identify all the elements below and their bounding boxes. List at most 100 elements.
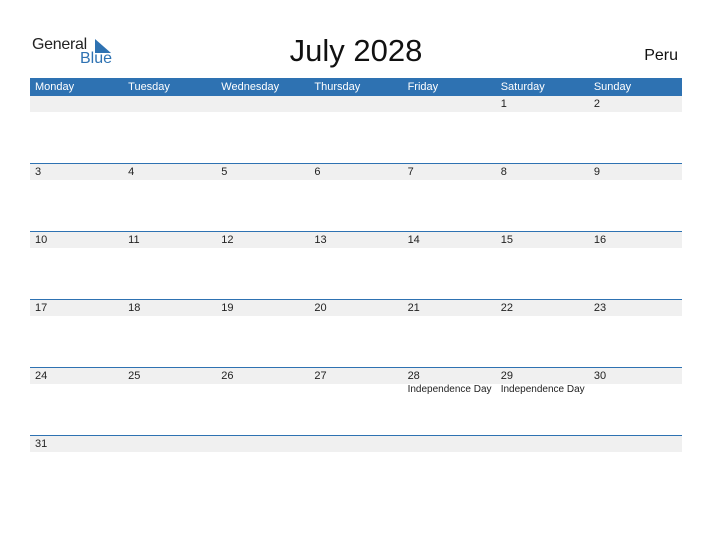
day-number <box>501 436 589 452</box>
day-cell: 1 <box>496 96 589 156</box>
calendar-weeks: 1 2 3 4 5 6 7 8 9 10 11 12 13 14 15 16 17 18 19 20 21 22 23 24 2… <box>30 96 682 503</box>
week-days: 12 <box>30 96 682 156</box>
day-cell: 12 <box>216 232 309 292</box>
day-cell: 9 <box>589 164 682 224</box>
day-number <box>408 96 496 112</box>
day-number: 8 <box>500 166 507 178</box>
day-number: 23 <box>593 302 607 314</box>
day-number: 15 <box>500 234 513 246</box>
country-label: Peru <box>644 47 678 64</box>
day-number: 20 <box>314 302 327 314</box>
day-cell: 24 <box>30 368 123 428</box>
day-number: 12 <box>221 234 234 246</box>
week-row: 17 18 19 20 21 22 23 <box>30 299 682 367</box>
day-cell <box>30 96 123 156</box>
day-cell: 13 <box>309 232 402 292</box>
calendar: Monday Tuesday Wednesday Thursday Friday Satu… <box>30 78 682 503</box>
day-number <box>594 436 682 452</box>
weekday-friday: Friday <box>407 81 439 93</box>
day-number: 21 <box>407 302 420 314</box>
day-number: 25 <box>128 370 141 382</box>
day-number <box>314 96 402 112</box>
day-number: 22 <box>500 302 513 314</box>
day-number: 28 <box>407 370 420 382</box>
day-cell: 14 <box>403 232 496 292</box>
week-row: 12 <box>30 96 682 163</box>
day-cell: 11 <box>123 232 216 292</box>
day-number: 11 <box>128 234 140 246</box>
day-number: 10 <box>35 234 48 246</box>
day-cell: 10 <box>30 232 123 292</box>
day-number: 26 <box>221 370 234 382</box>
week-days: 3 4 5 6 7 8 9 <box>30 164 682 224</box>
day-number <box>221 436 309 452</box>
day-number: 2 <box>593 98 600 110</box>
day-number <box>314 436 402 452</box>
day-cell <box>589 436 682 496</box>
day-number <box>128 436 216 452</box>
day-cell <box>403 96 496 156</box>
day-cell: 20 <box>309 300 402 360</box>
day-cell: 5 <box>216 164 309 224</box>
day-cell: 17 <box>30 300 123 360</box>
day-cell: 18 <box>123 300 216 360</box>
day-cell: 28 Independence Day <box>403 368 496 428</box>
week-days: 10 11 12 13 14 15 16 <box>30 232 682 292</box>
day-cell <box>496 436 589 496</box>
day-cell: 16 <box>589 232 682 292</box>
weekday-thursday: Thursday <box>314 81 361 93</box>
weekday-tuesday: Tuesday <box>128 81 170 93</box>
day-cell <box>216 96 309 156</box>
day-cell: 23 <box>589 300 682 360</box>
day-cell: 2 <box>589 96 682 156</box>
day-cell: 7 <box>403 164 496 224</box>
week-days: 24 25 26 27 28 Independence Day 29 Independence… <box>30 368 682 428</box>
day-cell <box>216 436 309 496</box>
day-cell <box>403 436 496 496</box>
day-number: 3 <box>35 166 42 178</box>
day-number: 1 <box>500 98 507 110</box>
day-cell: 6 <box>309 164 402 224</box>
day-cell <box>123 436 216 496</box>
day-number <box>408 436 496 452</box>
day-cell: 21 <box>403 300 496 360</box>
day-number: 6 <box>314 166 321 178</box>
weekday-monday: Monday <box>35 81 75 93</box>
week-days: 31 <box>30 436 682 496</box>
day-cell: 26 <box>216 368 309 428</box>
week-row: 10 11 12 13 14 15 16 <box>30 231 682 299</box>
day-number <box>128 96 216 112</box>
day-cell: 29 Independence Day <box>496 368 589 428</box>
day-number: 7 <box>407 166 414 178</box>
day-number: 18 <box>128 302 141 314</box>
weekday-sunday: Sunday <box>593 81 632 93</box>
week-days: 17 18 19 20 21 22 23 <box>30 300 682 360</box>
day-number: 4 <box>128 166 135 178</box>
day-cell: 15 <box>496 232 589 292</box>
day-cell: 8 <box>496 164 589 224</box>
day-number: 5 <box>221 166 228 178</box>
day-cell <box>309 436 402 496</box>
week-row: 24 25 26 27 28 Independence Day 29 Independence… <box>30 367 682 435</box>
day-number: 14 <box>407 234 420 246</box>
day-number: 17 <box>35 302 48 314</box>
day-number: 19 <box>221 302 234 314</box>
weekday-header: Monday Tuesday Wednesday Thursday Friday Satu… <box>30 78 682 96</box>
day-cell: 4 <box>123 164 216 224</box>
day-cell: 22 <box>496 300 589 360</box>
day-number: 27 <box>314 370 327 382</box>
day-number: 24 <box>35 370 48 382</box>
page-title: July 2028 <box>289 33 423 68</box>
day-number: 16 <box>593 234 607 246</box>
week-row: 31 <box>30 435 682 503</box>
day-number: 29 <box>500 370 513 382</box>
day-cell: 30 <box>589 368 682 428</box>
holiday-label: Independence Day <box>407 384 492 395</box>
day-number <box>221 96 309 112</box>
weekday-saturday: Saturday <box>500 81 545 93</box>
day-cell: 27 <box>309 368 402 428</box>
day-number: 31 <box>35 438 48 450</box>
week-row: 3 4 5 6 7 8 9 <box>30 163 682 231</box>
day-cell: 31 <box>30 436 123 496</box>
day-cell <box>309 96 402 156</box>
